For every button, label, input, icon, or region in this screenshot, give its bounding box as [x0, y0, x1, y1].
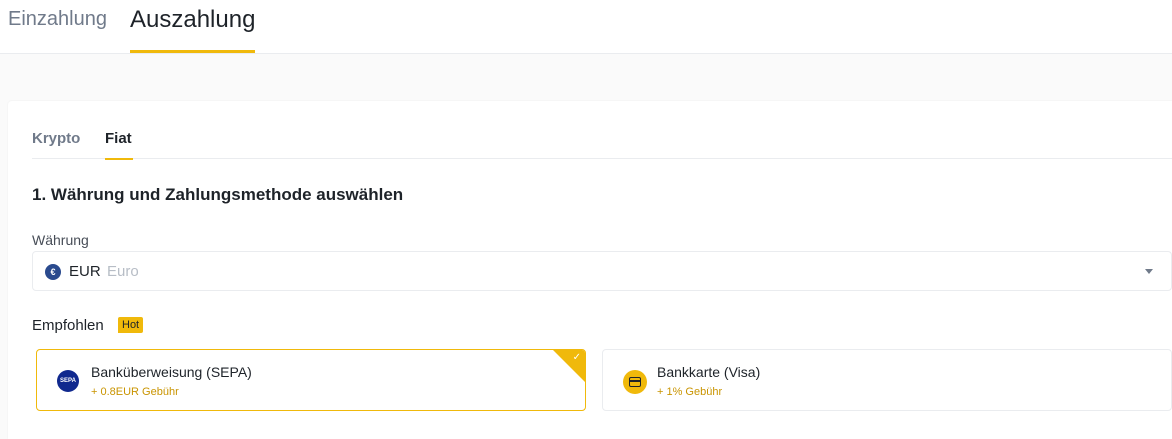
tab-krypto[interactable]: Krypto: [32, 130, 80, 159]
euro-icon: €: [45, 264, 61, 280]
method-name: Banküberweisung (SEPA): [91, 364, 252, 380]
check-icon: ✓: [572, 352, 581, 363]
withdraw-card: Krypto Fiat 1. Währung und Zahlungsmetho…: [8, 101, 1172, 439]
method-sepa[interactable]: SEPA Banküberweisung (SEPA) + 0.8EUR Geb…: [36, 349, 586, 411]
currency-code: EUR: [69, 263, 101, 280]
recommended-label: Empfohlen: [32, 317, 104, 334]
sepa-icon: SEPA: [57, 370, 79, 392]
method-name: Bankkarte (Visa): [657, 364, 761, 380]
sub-tabs: Krypto Fiat: [32, 101, 1172, 160]
caret-down-icon: [1145, 269, 1153, 274]
method-fee: + 1% Gebühr: [657, 386, 723, 398]
currency-select[interactable]: € EUR Euro: [32, 251, 1172, 291]
currency-name: Euro: [107, 263, 139, 280]
hot-badge: Hot: [118, 317, 144, 333]
currency-label: Währung: [32, 232, 89, 248]
section-title: 1. Währung und Zahlungsmethode auswählen: [32, 185, 404, 204]
tab-auszahlung[interactable]: Auszahlung: [130, 6, 256, 53]
tab-einzahlung[interactable]: Einzahlung: [8, 8, 107, 54]
method-fee: + 0.8EUR Gebühr: [91, 386, 179, 398]
card-icon: [623, 370, 647, 394]
tab-fiat[interactable]: Fiat: [105, 130, 133, 160]
method-visa[interactable]: Bankkarte (Visa) + 1% Gebühr: [602, 349, 1172, 411]
top-tabs: Einzahlung Auszahlung: [0, 0, 1172, 54]
